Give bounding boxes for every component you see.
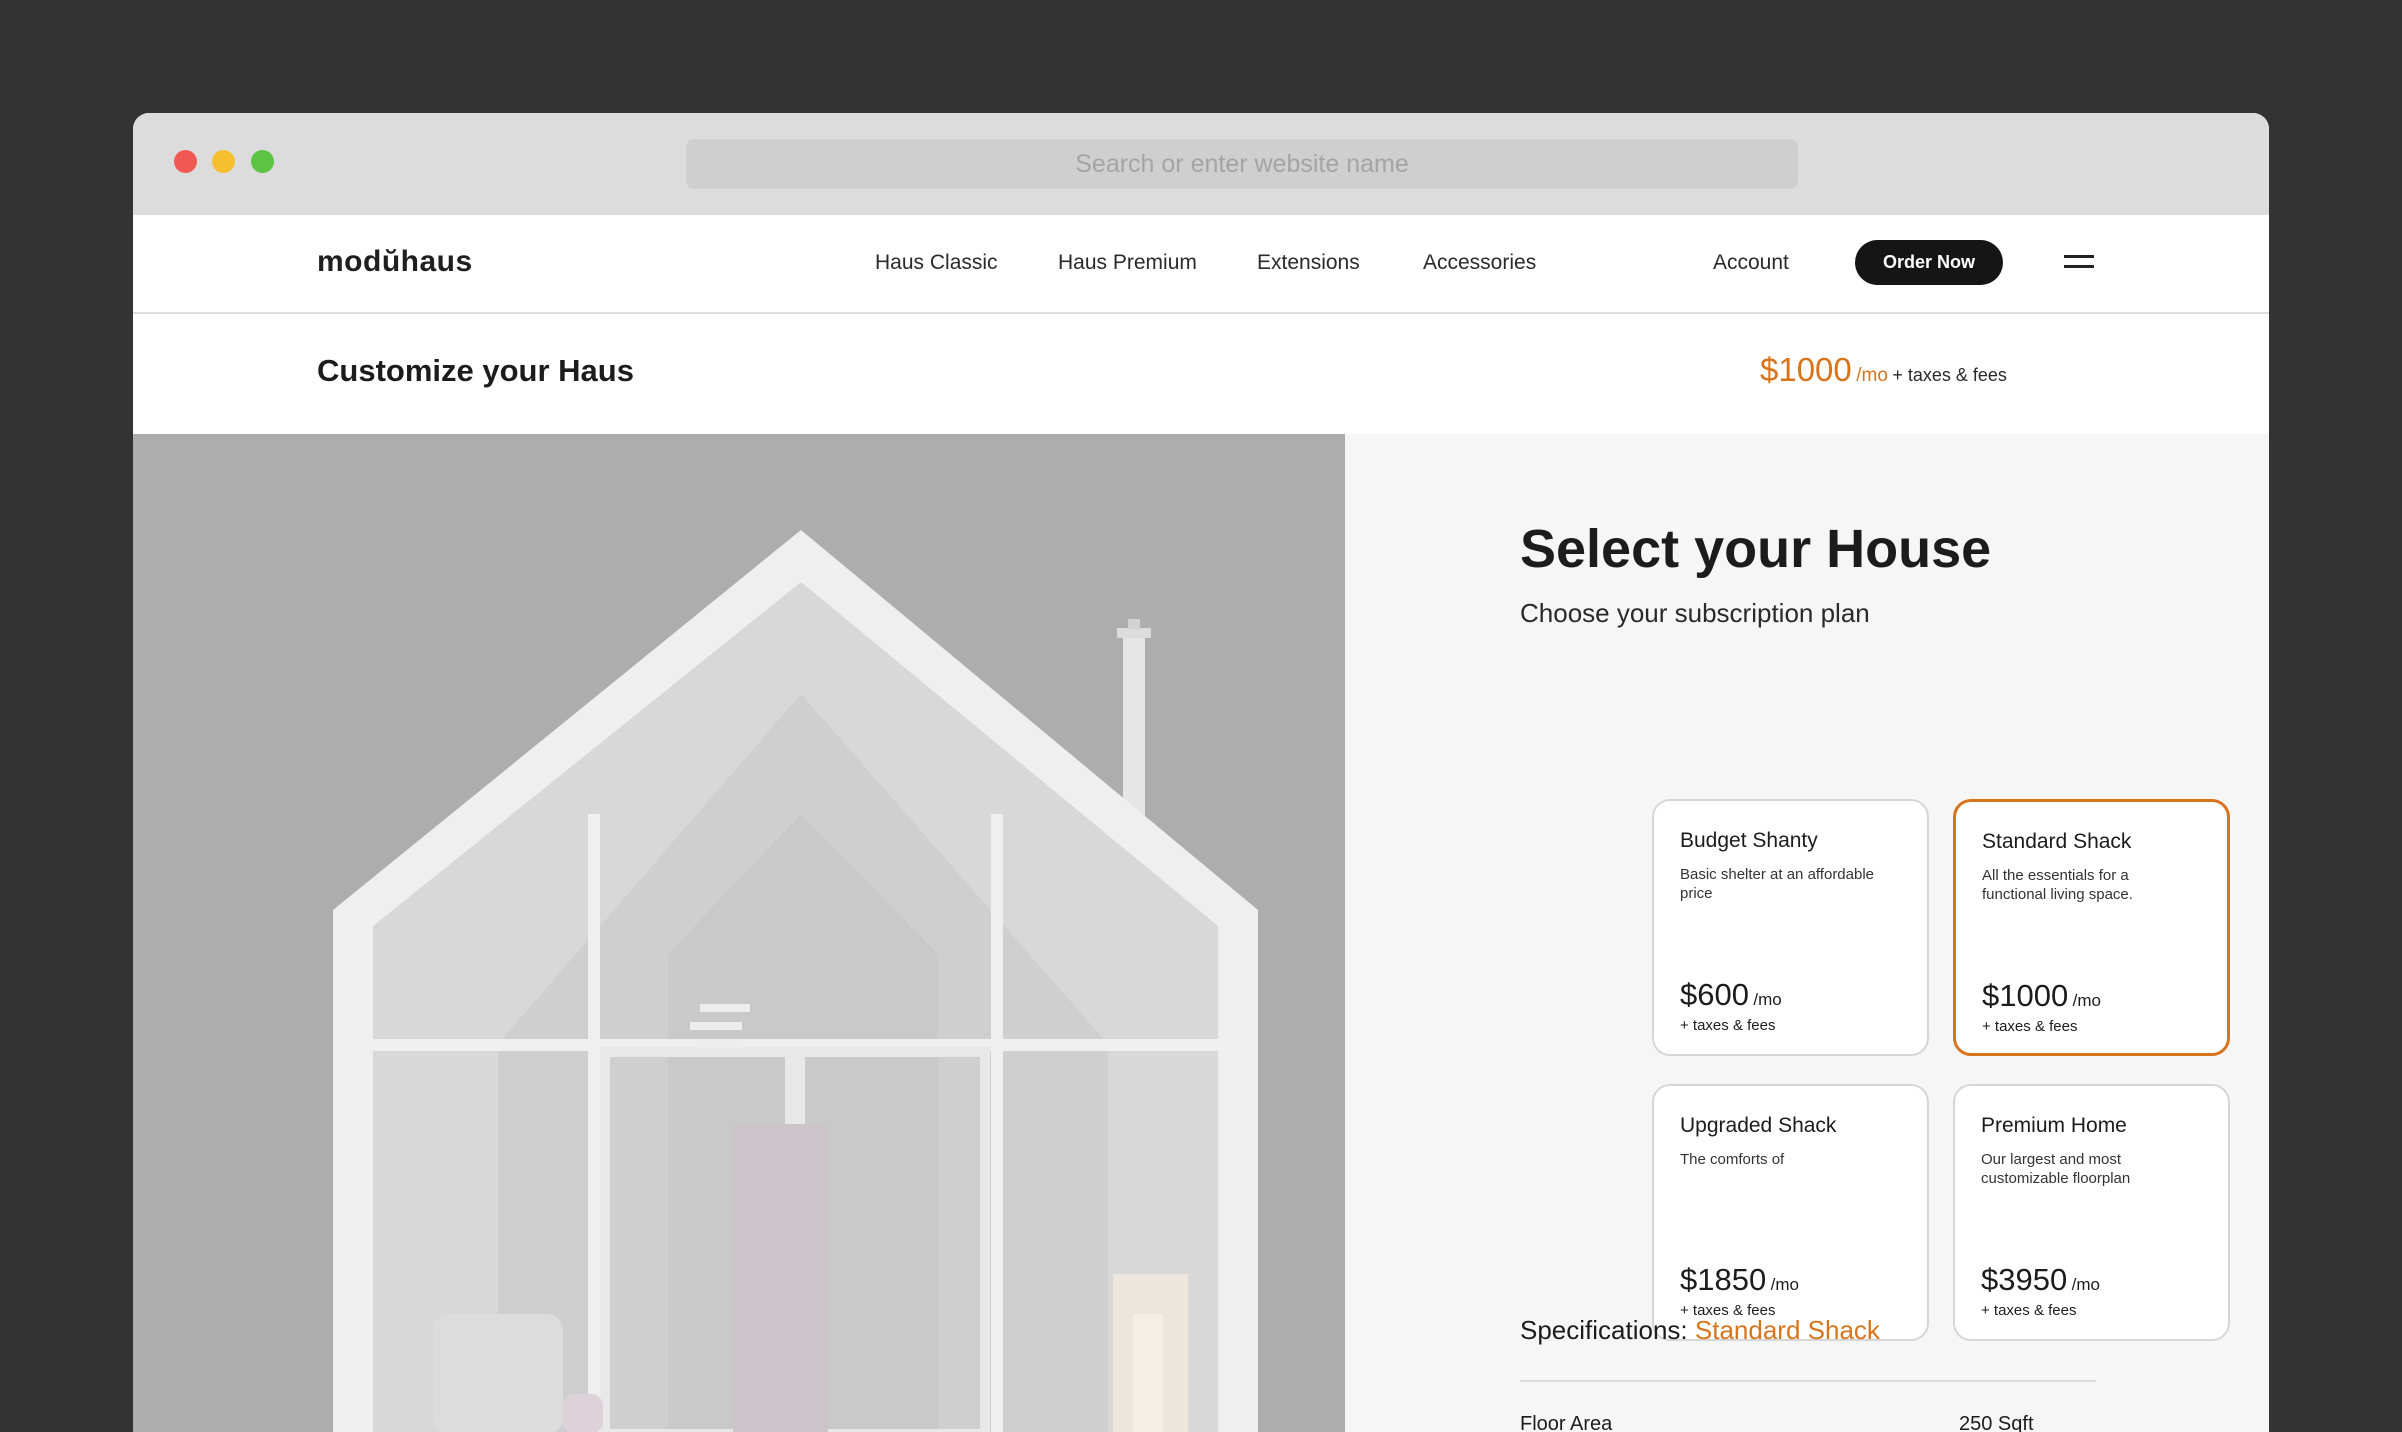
- browser-chrome: [133, 113, 2269, 215]
- address-bar[interactable]: [686, 139, 1798, 189]
- plan-price-unit: /mo: [2071, 1275, 2101, 1294]
- plan-price-amount: $1850: [1680, 1262, 1767, 1297]
- plan-name: Standard Shack: [1982, 830, 2132, 853]
- plan-price: $3950 /mo: [1981, 1262, 2100, 1298]
- plan-price: $1000 /mo: [1982, 978, 2101, 1014]
- plan-price-amount: $600: [1680, 977, 1749, 1012]
- plan-price-amount: $3950: [1981, 1262, 2068, 1297]
- nav-link-haus-classic[interactable]: Haus Classic: [875, 251, 998, 275]
- plan-price: $1850 /mo: [1680, 1262, 1799, 1298]
- top-navigation: modŭhaus Haus Classic Haus Premium Exten…: [133, 215, 2269, 314]
- minimize-window-button[interactable]: [212, 150, 235, 173]
- plan-fees: + taxes & fees: [1982, 1018, 2078, 1035]
- panel-title: Select your House: [1520, 519, 1992, 579]
- customize-header: Customize your Haus $1000 /mo + taxes & …: [133, 314, 2269, 434]
- plan-description: The comforts of: [1680, 1151, 1785, 1168]
- plan-fees: + taxes & fees: [1981, 1302, 2077, 1319]
- plan-fees: + taxes & fees: [1680, 1017, 1776, 1034]
- logo[interactable]: modŭhaus: [317, 245, 473, 279]
- plan-card-premium-home[interactable]: Premium Home Our largest and most custom…: [1953, 1084, 2230, 1341]
- nav-link-account[interactable]: Account: [1713, 251, 1789, 275]
- header-price: $1000 /mo + taxes & fees: [1760, 351, 2007, 389]
- plan-card-budget-shanty[interactable]: Budget Shanty Basic shelter at an afford…: [1652, 799, 1929, 1056]
- nav-link-extensions[interactable]: Extensions: [1257, 251, 1360, 275]
- order-now-button[interactable]: Order Now: [1855, 240, 2003, 285]
- plan-description: Our largest and most customizable floorp…: [1981, 1151, 2131, 1187]
- nav-link-accessories[interactable]: Accessories: [1423, 251, 1536, 275]
- plan-price: $600 /mo: [1680, 977, 1782, 1013]
- plan-price-unit: /mo: [2072, 991, 2102, 1010]
- spec-floor-area-label: Floor Area: [1520, 1413, 1613, 1432]
- specifications-label: Specifications:: [1520, 1315, 1688, 1345]
- plan-name: Premium Home: [1981, 1114, 2127, 1137]
- spec-floor-area-value: 250 Sqft: [1959, 1413, 2034, 1432]
- plan-price-unit: /mo: [1770, 1275, 1800, 1294]
- plan-card-standard-shack[interactable]: Standard Shack All the essentials for a …: [1953, 799, 2230, 1056]
- close-window-button[interactable]: [174, 150, 197, 173]
- maximize-window-button[interactable]: [251, 150, 274, 173]
- header-price-fees: + taxes & fees: [1892, 365, 2007, 385]
- plan-card-upgraded-shack[interactable]: Upgraded Shack The comforts of $1850 /mo…: [1652, 1084, 1929, 1341]
- hamburger-icon[interactable]: [2064, 253, 2094, 273]
- specifications-heading: Specifications: Standard Shack: [1520, 1315, 1880, 1346]
- panel-subtitle: Choose your subscription plan: [1520, 598, 1870, 628]
- header-price-unit: /mo: [1856, 365, 1888, 386]
- nav-link-haus-premium[interactable]: Haus Premium: [1058, 251, 1197, 275]
- header-price-amount: $1000: [1760, 351, 1852, 388]
- plan-name: Upgraded Shack: [1680, 1114, 1837, 1137]
- house-preview-image: [133, 434, 1345, 1432]
- plan-price-unit: /mo: [1753, 990, 1782, 1009]
- specifications-selected-plan: Standard Shack: [1694, 1315, 1880, 1345]
- plan-name: Budget Shanty: [1680, 829, 1818, 852]
- plan-description: All the essentials for a functional livi…: [1982, 867, 2133, 903]
- plan-description: Basic shelter at an affordable price: [1680, 866, 1875, 902]
- page-title: Customize your Haus: [317, 353, 634, 388]
- plan-selection-panel: Select your House Choose your subscripti…: [1345, 434, 2269, 1432]
- plan-price-amount: $1000: [1982, 978, 2069, 1013]
- specifications-divider: [1520, 1380, 2096, 1382]
- browser-window: modŭhaus Haus Classic Haus Premium Exten…: [133, 113, 2269, 1432]
